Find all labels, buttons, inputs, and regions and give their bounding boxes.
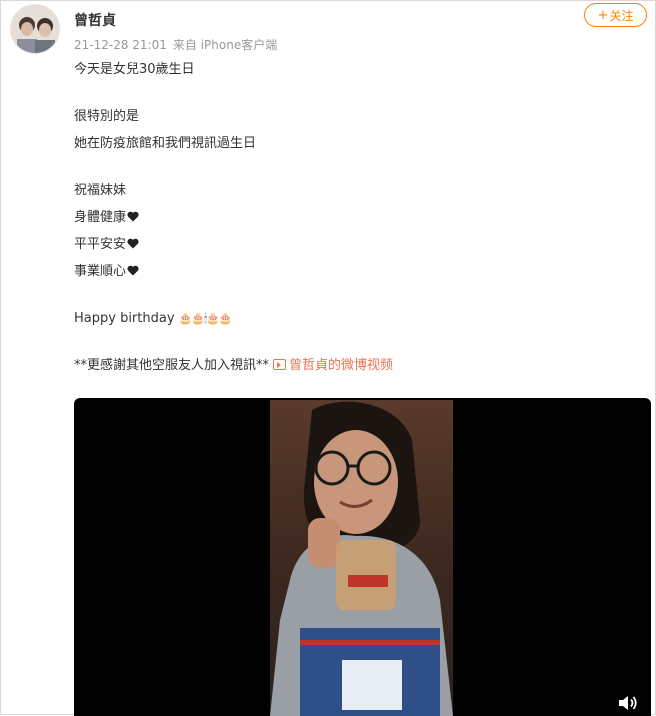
post-line-with-heart: 平平安安 xyxy=(74,236,393,263)
post-line-with-heart: 事業順心 xyxy=(74,263,393,290)
video-player[interactable] xyxy=(74,398,651,716)
video-play-icon xyxy=(273,359,287,370)
post-line-birthday: Happy birthday 🎂🎂🕯🎂🎂 xyxy=(74,311,233,326)
follow-button[interactable]: + 关注 xyxy=(584,3,647,27)
video-link[interactable]: 曾哲貞的微博视频 xyxy=(269,358,393,373)
post-line-with-heart: 身體健康 xyxy=(74,209,393,236)
heart-icon xyxy=(127,211,139,222)
cake-emoji-icon: 🎂🎂🕯🎂🎂 xyxy=(178,312,233,325)
volume-icon[interactable] xyxy=(616,693,640,713)
post-timestamp[interactable]: 21-12-28 21:01 xyxy=(74,38,167,52)
post-line: 今天是女兒30歲生日 xyxy=(74,62,195,77)
post-line: 祝福妹妹 xyxy=(74,183,127,198)
weibo-post-card: 曾哲貞 21-12-28 21:01 来自 iPhone客户端 + 关注 今天是女兒… xyxy=(0,0,656,716)
post-text: 今天是女兒30歲生日 很特別的是 她在防疫旅館和我們視訊過生日 祝福妹妹 身體健… xyxy=(74,61,393,384)
post-line-thanks: **更感謝其他空服友人加入視訊** 曾哲貞的微博视频 xyxy=(74,358,394,373)
plus-icon: + xyxy=(597,7,609,23)
post-line: 很特別的是 xyxy=(74,109,140,124)
post-source: 来自 iPhone客户端 xyxy=(172,38,278,52)
video-thumbnail[interactable] xyxy=(270,400,453,716)
heart-icon xyxy=(127,265,139,276)
username[interactable]: 曾哲貞 xyxy=(74,10,116,30)
post-meta: 21-12-28 21:01 来自 iPhone客户端 xyxy=(74,36,277,53)
follow-label: 关注 xyxy=(609,8,634,23)
heart-icon xyxy=(127,238,139,249)
post-line: 她在防疫旅館和我們視訊過生日 xyxy=(74,136,257,151)
avatar[interactable] xyxy=(10,4,60,54)
